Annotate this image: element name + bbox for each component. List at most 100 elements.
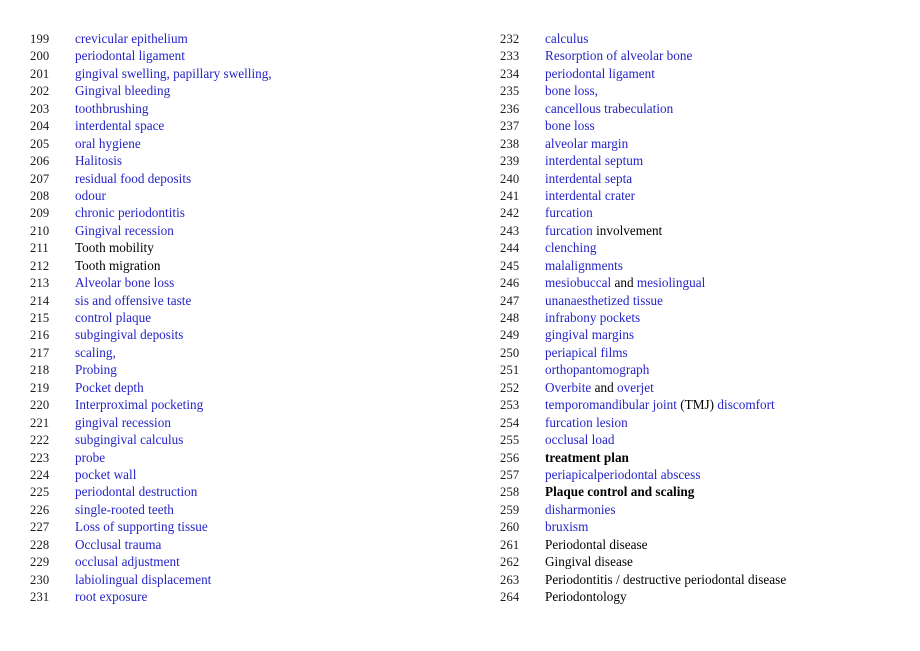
index-entry: 243 furcation involvement (500, 222, 920, 239)
index-entry-term[interactable]: gingival recession (75, 414, 452, 431)
index-entry: 262 Gingival disease (500, 553, 920, 570)
index-entry-term-segment[interactable]: overjet (617, 380, 654, 395)
index-entry: 258 Plaque control and scaling (500, 483, 920, 500)
index-entry-term[interactable]: interdental septum (545, 152, 920, 169)
index-entry-number: 202 (30, 84, 50, 99)
index-entry: 231 root exposure (30, 588, 452, 605)
index-entry-term[interactable]: oral hygiene (75, 135, 452, 152)
index-entry-number: 204 (30, 119, 50, 134)
index-entry: 213 Alveolar bone loss (30, 274, 452, 291)
index-entry-term[interactable]: malalignments (545, 257, 920, 274)
index-entry-term[interactable]: control plaque (75, 309, 452, 326)
index-entry-term[interactable]: probe (75, 449, 452, 466)
index-entry-term-segment[interactable]: furcation (545, 223, 593, 238)
index-entry: 199 crevicular epithelium (30, 30, 452, 47)
index-entry-term[interactable]: toothbrushing (75, 100, 452, 117)
index-entry-term[interactable]: alveolar margin (545, 135, 920, 152)
index-entry: 221 gingival recession (30, 414, 452, 431)
index-entry-term: Tooth migration (75, 257, 161, 273)
index-entry-term[interactable]: calculus (545, 30, 920, 47)
index-entry-number: 208 (30, 188, 50, 203)
index-entry: 207 residual food deposits (30, 170, 452, 187)
index-entry-term[interactable]: subgingival deposits (75, 326, 452, 343)
index-entry-term[interactable]: bone loss, (545, 82, 920, 99)
index-entry-term: Periodontology (545, 589, 627, 604)
index-entry-number: 201 (30, 66, 50, 81)
index-entry-term[interactable]: bruxism (545, 518, 920, 535)
index-entry-term[interactable]: furcation (545, 204, 920, 221)
index-entry-number: 242 (500, 206, 520, 221)
index-entry-term[interactable]: odour (75, 187, 452, 204)
index-entry-term[interactable]: scaling, (75, 344, 452, 361)
index-entry-term[interactable]: Pocket depth (75, 379, 452, 396)
index-entry-term[interactable]: cancellous trabeculation (545, 100, 920, 117)
index-entry-term[interactable]: Loss of supporting tissue (75, 518, 452, 535)
index-entry-term[interactable]: clenching (545, 239, 920, 256)
index-entry-term-segment[interactable]: mesiobuccal (545, 275, 611, 290)
index-entry-term[interactable]: furcation lesion (545, 414, 920, 431)
index-entry: 259 disharmonies (500, 501, 920, 518)
index-entry-number: 224 (30, 467, 50, 482)
index-entry-term[interactable]: Overbite and overjet (545, 379, 920, 396)
index-entry-term[interactable]: Occlusal trauma (75, 536, 452, 553)
index-entry: 227 Loss of supporting tissue (30, 518, 452, 535)
index-entry-term[interactable]: periodontal destruction (75, 483, 452, 500)
index-entry-term[interactable]: disharmonies (545, 501, 920, 518)
index-entry-term[interactable]: interdental crater (545, 187, 920, 204)
index-entry: 211 Tooth mobility (30, 239, 452, 256)
index-entry-term[interactable]: temporomandibular joint (TMJ) discomfort (545, 396, 920, 413)
index-entry-term[interactable]: residual food deposits (75, 170, 452, 187)
index-entry-term[interactable]: Halitosis (75, 152, 452, 169)
index-entry-number: 249 (500, 328, 520, 343)
index-entry-term[interactable]: unanaesthetized tissue (545, 292, 920, 309)
index-column-left: 199 crevicular epithelium 200 periodontal l… (0, 30, 452, 605)
index-entry-term[interactable]: periodontal ligament (545, 65, 920, 82)
two-column-layout: 199 crevicular epithelium 200 periodontal l… (0, 30, 920, 605)
index-entry-term[interactable]: periapicalperiodontal abscess (545, 466, 920, 483)
index-entry: 208 odour (30, 187, 452, 204)
index-entry-term[interactable]: bone loss (545, 117, 920, 134)
index-entry: 217 scaling, (30, 344, 452, 361)
index-entry-term-segment[interactable]: temporomandibular joint (545, 397, 677, 412)
index-entry-term[interactable]: root exposure (75, 588, 452, 605)
index-entry: 212 Tooth migration (30, 257, 452, 274)
index-entry-term[interactable]: sis and offensive taste (75, 292, 452, 309)
index-entry-term[interactable]: periapical films (545, 344, 920, 361)
index-entry-term[interactable]: mesiobuccal and mesiolingual (545, 274, 920, 291)
index-entry-number: 255 (500, 433, 520, 448)
index-entry-term[interactable]: Gingival bleeding (75, 82, 452, 99)
index-entry-number: 245 (500, 258, 520, 273)
index-entry-term[interactable]: Probing (75, 361, 452, 378)
index-entry-term[interactable]: chronic periodontitis (75, 204, 452, 221)
index-entry-term[interactable]: orthopantomograph (545, 361, 920, 378)
index-entry-number: 222 (30, 433, 50, 448)
index-entry-number: 248 (500, 311, 520, 325)
index-entry-term[interactable]: crevicular epithelium (75, 30, 452, 47)
index-entry: 218 Probing (30, 361, 452, 378)
index-entry-number: 236 (500, 101, 520, 116)
index-entry-term[interactable]: infrabony pockets (545, 309, 920, 326)
index-entry-number: 200 (30, 49, 50, 64)
index-entry-term[interactable]: Gingival recession (75, 222, 452, 239)
index-entry-term-segment[interactable]: Overbite (545, 380, 591, 395)
index-entry-term[interactable]: interdental septa (545, 170, 920, 187)
index-entry-term[interactable]: occlusal load (545, 431, 920, 448)
index-entry-number: 254 (500, 415, 520, 430)
index-entry: 206 Halitosis (30, 152, 452, 169)
index-entry-term[interactable]: Interproximal pocketing (75, 396, 452, 413)
index-entry-term-segment[interactable]: discomfort (717, 397, 774, 412)
index-entry-term[interactable]: interdental space (75, 117, 452, 134)
index-entry-term[interactable]: Resorption of alveolar bone (545, 47, 920, 64)
index-entry: 215 control plaque (30, 309, 452, 326)
index-entry-term[interactable]: periodontal ligament (75, 47, 452, 64)
index-entry-term[interactable]: labiolingual displacement (75, 571, 452, 588)
index-entry-term[interactable]: subgingival calculus (75, 431, 452, 448)
index-entry-term[interactable]: pocket wall (75, 466, 452, 483)
index-entry-term[interactable]: Alveolar bone loss (75, 274, 452, 291)
index-entry-term[interactable]: occlusal adjustment (75, 553, 452, 570)
index-entry-term[interactable]: single-rooted teeth (75, 501, 452, 518)
index-entry-term-segment[interactable]: mesiolingual (637, 275, 705, 290)
index-entry-term[interactable]: furcation involvement (545, 222, 920, 239)
index-entry-term[interactable]: gingival margins (545, 326, 920, 343)
index-entry-term[interactable]: gingival swelling, papillary swelling, (75, 65, 452, 82)
